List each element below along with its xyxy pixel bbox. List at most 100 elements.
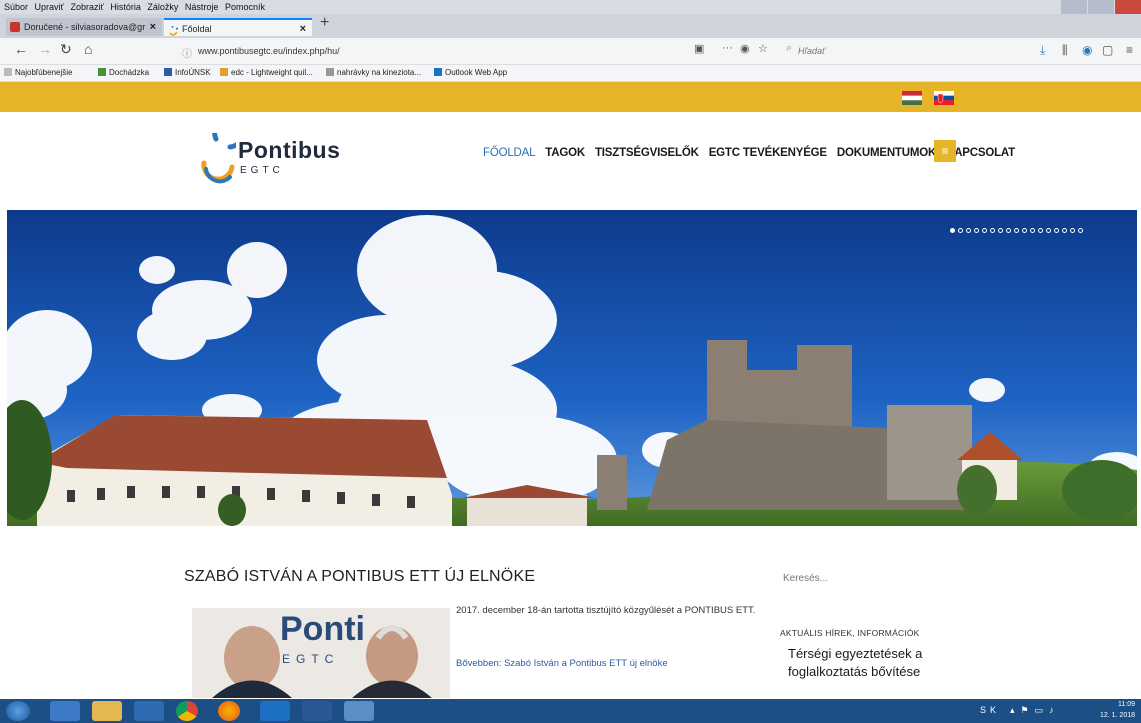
- slider-dot[interactable]: [1030, 228, 1035, 233]
- pontibus-favicon-icon: [168, 21, 181, 36]
- hamburger-icon[interactable]: ≡: [934, 140, 956, 162]
- library-icon[interactable]: ⫼: [1062, 43, 1068, 58]
- slider-dot[interactable]: [1078, 228, 1083, 233]
- read-more-link[interactable]: Bővebben: Szabó István a Pontibus ETT új…: [456, 658, 668, 669]
- menu-bookmarks[interactable]: Záložky: [147, 2, 178, 12]
- tab-inbox[interactable]: Doručené - silviasoradova@gr ×: [6, 18, 162, 36]
- bookmarks-toolbar: Najobľúbenejšie Dochádzka InfoÚNSK edc -…: [0, 65, 1141, 82]
- start-button[interactable]: [6, 701, 30, 721]
- close-window-button[interactable]: [1115, 0, 1141, 14]
- slider-dot[interactable]: [950, 228, 955, 233]
- download-icon[interactable]: ⤓: [1040, 43, 1045, 58]
- more-actions-icon[interactable]: ···: [722, 42, 733, 54]
- bookmark-item[interactable]: Outlook Web App: [434, 65, 507, 81]
- url-field[interactable]: [198, 42, 678, 60]
- mail-icon: [10, 22, 20, 32]
- reader-view-icon[interactable]: ▣: [694, 42, 704, 55]
- tray-clock[interactable]: 11:09 12. 1. 2018: [1100, 699, 1135, 723]
- media-player-icon[interactable]: [134, 701, 164, 721]
- outlook-icon[interactable]: [260, 701, 290, 721]
- bookmark-item[interactable]: Najobľúbenejšie: [4, 65, 72, 81]
- close-icon[interactable]: ×: [300, 20, 306, 38]
- hamburger-menu-icon[interactable]: ≡: [1126, 43, 1133, 57]
- tray-language[interactable]: SK: [980, 705, 1000, 715]
- menu-view[interactable]: Zobraziť: [70, 2, 103, 12]
- slider-dot[interactable]: [998, 228, 1003, 233]
- slider-dot[interactable]: [1038, 228, 1043, 233]
- sidebar-icon[interactable]: ▢: [1102, 43, 1113, 57]
- nav-item-tagok[interactable]: TAGOK: [545, 147, 585, 159]
- bookmark-item[interactable]: InfoÚNSK: [164, 65, 211, 81]
- slovak-flag-icon[interactable]: [934, 91, 954, 105]
- article-excerpt: 2017. december 18-án tartotta tisztújító…: [456, 605, 756, 616]
- pocket-icon[interactable]: ◉: [740, 42, 750, 55]
- slider-dot[interactable]: [1022, 228, 1027, 233]
- bookmark-item[interactable]: edc - Lightweight quil...: [220, 65, 313, 81]
- slider-dot[interactable]: [1062, 228, 1067, 233]
- clock-date: 12. 1. 2018: [1099, 712, 1135, 719]
- tab-fooldal[interactable]: Főoldal ×: [164, 18, 312, 36]
- castle-panorama-image: [7, 210, 1137, 526]
- maximize-button[interactable]: [1088, 0, 1114, 14]
- tray-icons[interactable]: ▴⚑▭♪: [1010, 705, 1060, 716]
- new-tab-button[interactable]: +: [320, 14, 329, 32]
- slider-dot[interactable]: [1054, 228, 1059, 233]
- bookmark-item[interactable]: nahrávky na kineziota...: [326, 65, 421, 81]
- tab-label: Főoldal: [182, 24, 212, 34]
- globe-icon: [326, 68, 334, 76]
- reload-icon[interactable]: ↻: [60, 41, 72, 58]
- pontibus-logo-icon[interactable]: [200, 133, 236, 185]
- minimize-button[interactable]: [1061, 0, 1087, 14]
- tab-bar: Doručené - silviasoradova@gr × Főoldal ×…: [0, 14, 1141, 38]
- file-explorer-icon[interactable]: [92, 701, 122, 721]
- menu-edit[interactable]: Upraviť: [35, 2, 64, 12]
- slider-dot[interactable]: [982, 228, 987, 233]
- hero-slider-image[interactable]: [7, 210, 1137, 526]
- back-arrow-icon[interactable]: ←: [14, 41, 28, 57]
- hungarian-flag-icon[interactable]: [902, 91, 922, 105]
- nav-item-tisztsegviselok[interactable]: TISZTSÉGVISELŐK: [595, 147, 699, 159]
- clock-time: 11:09: [1118, 701, 1135, 708]
- star-icon: [220, 68, 228, 76]
- nav-item-egtc-tevekenyege[interactable]: EGTC TEVÉKENYÉGE: [709, 147, 827, 159]
- internet-explorer-icon[interactable]: [50, 701, 80, 721]
- article-title[interactable]: SZABÓ ISTVÁN A PONTIBUS ETT ÚJ ELNÖKE: [184, 568, 535, 586]
- menu-file[interactable]: Súbor: [4, 2, 28, 12]
- slider-dot[interactable]: [1014, 228, 1019, 233]
- sync-icon[interactable]: ◉: [1082, 43, 1092, 57]
- nav-item-kapcsolat[interactable]: KAPCSOLAT: [946, 147, 1015, 159]
- article-thumbnail[interactable]: Ponti EGTC: [192, 608, 450, 698]
- slider-dot[interactable]: [958, 228, 963, 233]
- gear-icon: [4, 68, 12, 76]
- word-icon[interactable]: [302, 701, 332, 721]
- bookmark-star-icon[interactable]: ☆: [758, 42, 768, 55]
- thumb-logo-text: Ponti: [280, 610, 365, 648]
- close-icon[interactable]: ×: [150, 18, 156, 36]
- forward-arrow-icon[interactable]: →: [38, 41, 52, 57]
- menu-tools[interactable]: Nástroje: [185, 2, 219, 12]
- slider-dot[interactable]: [990, 228, 995, 233]
- slider-dot[interactable]: [1046, 228, 1051, 233]
- network-icon[interactable]: [344, 701, 374, 721]
- firefox-icon[interactable]: [218, 701, 240, 721]
- menu-history[interactable]: História: [110, 2, 141, 12]
- thumb-logo-sub: EGTC: [282, 652, 340, 666]
- chrome-icon[interactable]: [176, 701, 198, 721]
- site-search-input[interactable]: [783, 570, 933, 586]
- sidebar-news-title[interactable]: Térségi egyeztetések a foglalkoztatás bő…: [788, 645, 948, 681]
- slider-dot[interactable]: [1070, 228, 1075, 233]
- logo-title[interactable]: Pontibus: [238, 137, 340, 164]
- browser-search-input[interactable]: [798, 42, 978, 60]
- nav-item-fooldal[interactable]: FŐOLDAL: [483, 147, 535, 159]
- menu-help[interactable]: Pomocník: [225, 2, 265, 12]
- slider-dot[interactable]: [974, 228, 979, 233]
- slider-dot[interactable]: [1006, 228, 1011, 233]
- info-icon[interactable]: ⓘ: [182, 45, 192, 60]
- window-controls: [1060, 0, 1141, 14]
- bookmark-item[interactable]: Dochádzka: [98, 65, 149, 81]
- mail-icon: [434, 68, 442, 76]
- home-icon[interactable]: ⌂: [84, 41, 92, 57]
- slider-dot[interactable]: [966, 228, 971, 233]
- nav-item-dokumentumok[interactable]: DOKUMENTUMOK: [837, 147, 936, 159]
- sidebar-heading: AKTUÁLIS HÍREK, INFORMÁCIÓK: [780, 628, 920, 638]
